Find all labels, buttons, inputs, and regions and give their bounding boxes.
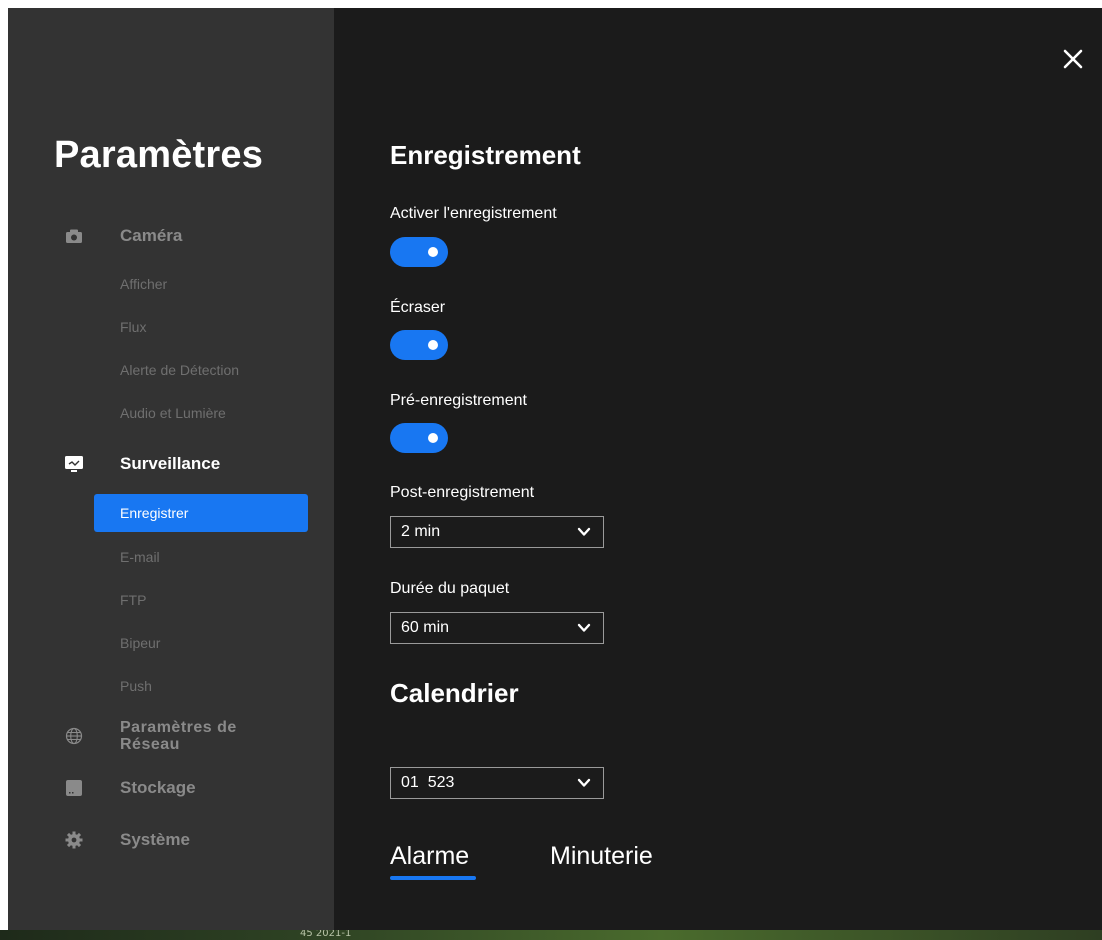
sidebar-item-label: FTP [120,592,147,608]
sidebar-group-network[interactable]: Paramètres de Réseau [8,714,334,758]
pre-recording-label: Pré-enregistrement [390,392,527,409]
sidebar-item-label: Bipeur [120,635,161,651]
post-recording-value: 2 min [401,523,441,540]
sidebar-group-label: Système [120,830,190,849]
settings-title: Paramètres [54,134,264,176]
sidebar-item-label: Afficher [120,276,168,292]
sidebar-item-alerte-detection[interactable]: Alerte de Détection [94,351,308,389]
overwrite-toggle[interactable] [390,330,448,360]
sidebar-group-system[interactable]: Système [8,818,334,862]
sidebar-item-audio-lumiere[interactable]: Audio et Lumière [94,394,308,432]
recording-section-title: Enregistrement [390,140,581,170]
camera-icon [64,226,84,246]
sidebar-item-afficher[interactable]: Afficher [94,265,308,303]
settings-sidebar: Paramètres Caméra Afficher Flux Alerte d… [8,8,334,930]
chevron-down-icon [577,778,591,787]
tab-alarme[interactable]: Alarme [390,842,469,871]
package-duration-select[interactable]: 60 min [390,612,604,644]
toggle-knob [428,340,438,350]
sidebar-item-label: Push [120,678,152,694]
active-tab-indicator [390,876,476,880]
post-recording-select[interactable]: 2 min [390,516,604,548]
sidebar-group-label: Stockage [120,778,196,797]
sidebar-group-storage[interactable]: Stockage [8,766,334,810]
background-app-strip [0,930,1102,940]
schedule-value: 01 523 [401,774,455,791]
settings-modal: Paramètres Caméra Afficher Flux Alerte d… [8,8,1102,930]
sidebar-group-label: Surveillance [120,454,221,473]
schedule-select[interactable]: 01 523 [390,767,604,799]
sidebar-group-camera[interactable]: Caméra [8,214,334,258]
settings-content: Enregistrement Activer l'enregistrement … [390,8,990,930]
sidebar-item-label: Enregistrer [120,505,189,521]
tab-minuterie[interactable]: Minuterie [550,842,653,871]
sidebar-item-ftp[interactable]: FTP [94,581,308,619]
storage-icon [64,778,84,798]
enable-recording-toggle[interactable] [390,237,448,267]
sidebar-item-enregistrer[interactable]: Enregistrer [94,494,308,532]
close-icon [1063,49,1083,69]
sidebar-group-label: Caméra [120,226,183,245]
chevron-down-icon [577,527,591,536]
package-duration-label: Durée du paquet [390,580,510,597]
sidebar-item-label: Audio et Lumière [120,405,226,421]
sidebar-item-flux[interactable]: Flux [94,308,308,346]
sidebar-item-label: Flux [120,319,147,335]
pre-recording-toggle[interactable] [390,423,448,453]
sidebar-group-label: Paramètres de Réseau [120,719,237,753]
sidebar-item-label: Alerte de Détection [120,362,240,378]
globe-icon [64,726,84,746]
sidebar-item-push[interactable]: Push [94,667,308,705]
sidebar-item-email[interactable]: E-mail [94,538,308,576]
monitor-icon [64,454,84,474]
overwrite-label: Écraser [390,299,446,316]
sidebar-group-surveillance[interactable]: Surveillance [8,442,334,486]
toggle-knob [428,247,438,257]
gear-icon [64,830,84,850]
enable-recording-label: Activer l'enregistrement [390,205,557,222]
schedule-section-title: Calendrier [390,678,519,708]
package-duration-value: 60 min [401,619,450,636]
toggle-knob [428,433,438,443]
sidebar-item-bipeur[interactable]: Bipeur [94,624,308,662]
chevron-down-icon [577,623,591,632]
network-label-line2: Réseau [120,736,180,753]
sidebar-item-label: E-mail [120,549,160,565]
post-recording-label: Post-enregistrement [390,484,535,501]
close-button[interactable] [1060,46,1086,72]
network-label-line1: Paramètres de [120,719,237,736]
